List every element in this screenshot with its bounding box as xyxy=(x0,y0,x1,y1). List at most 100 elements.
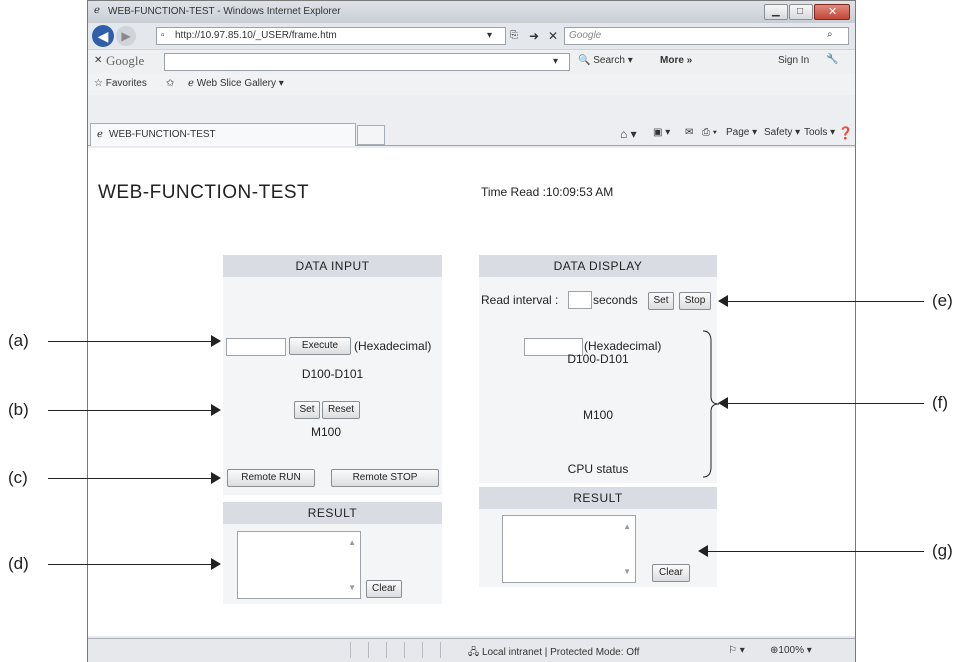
minimize-button[interactable]: ▁ xyxy=(764,4,788,20)
interval-stop-button[interactable]: Stop xyxy=(679,292,711,310)
url-field[interactable]: ▫ http://10.97.85.10/_USER/frame.htm ▾ xyxy=(156,27,506,45)
arrow-d xyxy=(48,564,211,565)
title-bar: ℯ WEB-FUNCTION-TEST - Windows Internet E… xyxy=(88,1,855,23)
url-text: http://10.97.85.10/_USER/frame.htm xyxy=(175,30,337,41)
callout-e: (e) xyxy=(932,291,953,310)
data-input-panel xyxy=(223,277,442,495)
tab-current[interactable]: ℯ WEB-FUNCTION-TEST xyxy=(90,123,356,146)
feeds-icon[interactable]: ▣ ▾ xyxy=(653,127,670,138)
scroll-up-icon[interactable]: ▲ xyxy=(348,538,356,547)
favorites-button[interactable]: ☆ Favorites xyxy=(94,78,147,89)
callout-d: (d) xyxy=(8,554,29,573)
status-bar: 🖧 Local intranet | Protected Mode: Off ⚐… xyxy=(88,638,855,662)
page-title: WEB-FUNCTION-TEST xyxy=(98,182,310,203)
print-icon[interactable]: ⎙ ▾ xyxy=(702,127,717,138)
data-display-header: DATA DISPLAY xyxy=(479,255,717,277)
compat-icon[interactable]: ⎘ xyxy=(510,30,518,41)
dropdown-icon[interactable]: ▾ xyxy=(487,30,492,41)
go-icon[interactable]: ➜ xyxy=(529,29,539,43)
tab-bar: ℯ WEB-FUNCTION-TEST ⌂ ▾ ▣ ▾ ✉ ⎙ ▾ Page ▾… xyxy=(88,95,855,146)
arrow-g xyxy=(708,551,924,552)
page-menu[interactable]: Page ▾ xyxy=(726,127,757,138)
mail-icon[interactable]: ✉ xyxy=(685,127,693,138)
display-result-header: RESULT xyxy=(479,487,717,509)
back-arrow-icon: ◀ xyxy=(97,28,109,44)
google-toolbar: ✕ Google ▾ 🔍 Search ▾ More » Sign In 🔧 xyxy=(88,49,855,74)
web-slice-gallery-link[interactable]: ℯ Web Slice Gallery ▾ xyxy=(188,78,284,89)
arrow-a xyxy=(48,341,211,342)
google-logo: Google xyxy=(106,53,145,68)
arrow-e-head xyxy=(718,295,728,307)
sign-in-button[interactable]: Sign In xyxy=(778,55,809,66)
safety-menu[interactable]: Safety ▾ xyxy=(764,127,800,138)
add-favorite-icon[interactable]: ✩ xyxy=(166,78,174,89)
read-interval-input[interactable] xyxy=(568,291,592,309)
zoom-control[interactable]: ⊕100% ▾ xyxy=(770,645,812,656)
hex-label: (Hexadecimal) xyxy=(354,339,432,353)
clear-button[interactable]: Clear xyxy=(366,580,402,598)
close-toolbar-icon[interactable]: ✕ xyxy=(94,55,102,66)
protected-mode-icon[interactable]: ⚐ ▾ xyxy=(728,645,745,656)
callout-b: (b) xyxy=(8,400,29,419)
arrow-a-head xyxy=(211,335,221,347)
arrow-b xyxy=(48,410,211,411)
google-search-input[interactable]: ▾ xyxy=(164,53,570,71)
dropdown-icon[interactable]: ▾ xyxy=(553,56,558,67)
data-input-header: DATA INPUT xyxy=(223,255,442,277)
help-icon[interactable]: ❓ xyxy=(838,126,853,140)
tab-title: WEB-FUNCTION-TEST xyxy=(109,129,216,140)
arrow-g-head xyxy=(698,545,708,557)
arrow-d-head xyxy=(211,558,221,570)
favorites-bar: ☆ Favorites ✩ ℯ Web Slice Gallery ▾ xyxy=(88,73,855,95)
result-header: RESULT xyxy=(223,502,442,524)
cpu-status-label: CPU status xyxy=(567,462,629,476)
maximize-button[interactable]: □ xyxy=(789,4,813,20)
arrow-f-head xyxy=(718,397,728,409)
back-button[interactable]: ◀ xyxy=(92,25,114,47)
page-content: WEB-FUNCTION-TEST Time Read :10:09:53 AM… xyxy=(88,148,855,636)
arrow-c-head xyxy=(211,472,221,484)
search-input[interactable]: Google ⌕ xyxy=(564,27,849,45)
read-interval-label: Read interval : xyxy=(481,293,559,307)
reset-button[interactable]: Reset xyxy=(322,401,360,419)
forward-button[interactable]: ▶ xyxy=(116,26,136,46)
more-button[interactable]: More » xyxy=(660,55,692,66)
stop-icon[interactable]: ✕ xyxy=(548,29,558,43)
display-device-label: D100-D101 xyxy=(567,352,629,366)
scroll-down-icon[interactable]: ▼ xyxy=(623,567,631,576)
display-clear-button[interactable]: Clear xyxy=(652,564,690,582)
maximize-icon: □ xyxy=(797,6,804,17)
search-icon[interactable]: ⌕ xyxy=(827,29,833,40)
intranet-icon: 🖧 xyxy=(468,647,480,658)
search-placeholder: Google xyxy=(569,30,602,41)
interval-set-button[interactable]: Set xyxy=(648,292,674,310)
result-textarea[interactable]: ▲ ▼ xyxy=(237,531,361,599)
scroll-up-icon[interactable]: ▲ xyxy=(623,522,631,531)
remote-stop-button[interactable]: Remote STOP xyxy=(331,469,439,487)
data-input-field[interactable] xyxy=(226,338,286,356)
home-icon[interactable]: ⌂ ▾ xyxy=(620,127,637,141)
star-icon: ☆ xyxy=(94,78,103,89)
wrench-icon[interactable]: 🔧 xyxy=(826,54,838,65)
arrow-f xyxy=(728,403,924,404)
close-button[interactable]: ✕ xyxy=(814,4,850,20)
browser-window: ℯ WEB-FUNCTION-TEST - Windows Internet E… xyxy=(87,0,856,662)
scroll-down-icon[interactable]: ▼ xyxy=(348,583,356,592)
callout-g: (g) xyxy=(932,541,953,560)
execute-button[interactable]: Execute xyxy=(289,337,351,355)
google-icon: 🔍 xyxy=(578,55,591,66)
page-icon: ▫ xyxy=(161,30,165,41)
display-hex-label: (Hexadecimal) xyxy=(584,339,662,353)
time-read: Time Read :10:09:53 AM xyxy=(481,185,614,199)
tools-menu[interactable]: Tools ▾ xyxy=(804,127,835,138)
minimize-icon: ▁ xyxy=(772,6,780,17)
window-title: WEB-FUNCTION-TEST - Windows Internet Exp… xyxy=(108,6,341,17)
remote-run-button[interactable]: Remote RUN xyxy=(227,469,315,487)
arrow-c xyxy=(48,478,211,479)
address-bar: ◀ ▶ ▫ http://10.97.85.10/_USER/frame.htm… xyxy=(88,23,855,49)
zone-indicator[interactable]: 🖧 Local intranet | Protected Mode: Off xyxy=(468,645,639,662)
search-button[interactable]: 🔍 Search ▾ xyxy=(578,55,633,66)
new-tab-button[interactable] xyxy=(357,125,385,145)
display-result-textarea[interactable]: ▲ ▼ xyxy=(502,515,636,583)
set-button[interactable]: Set xyxy=(294,401,320,419)
